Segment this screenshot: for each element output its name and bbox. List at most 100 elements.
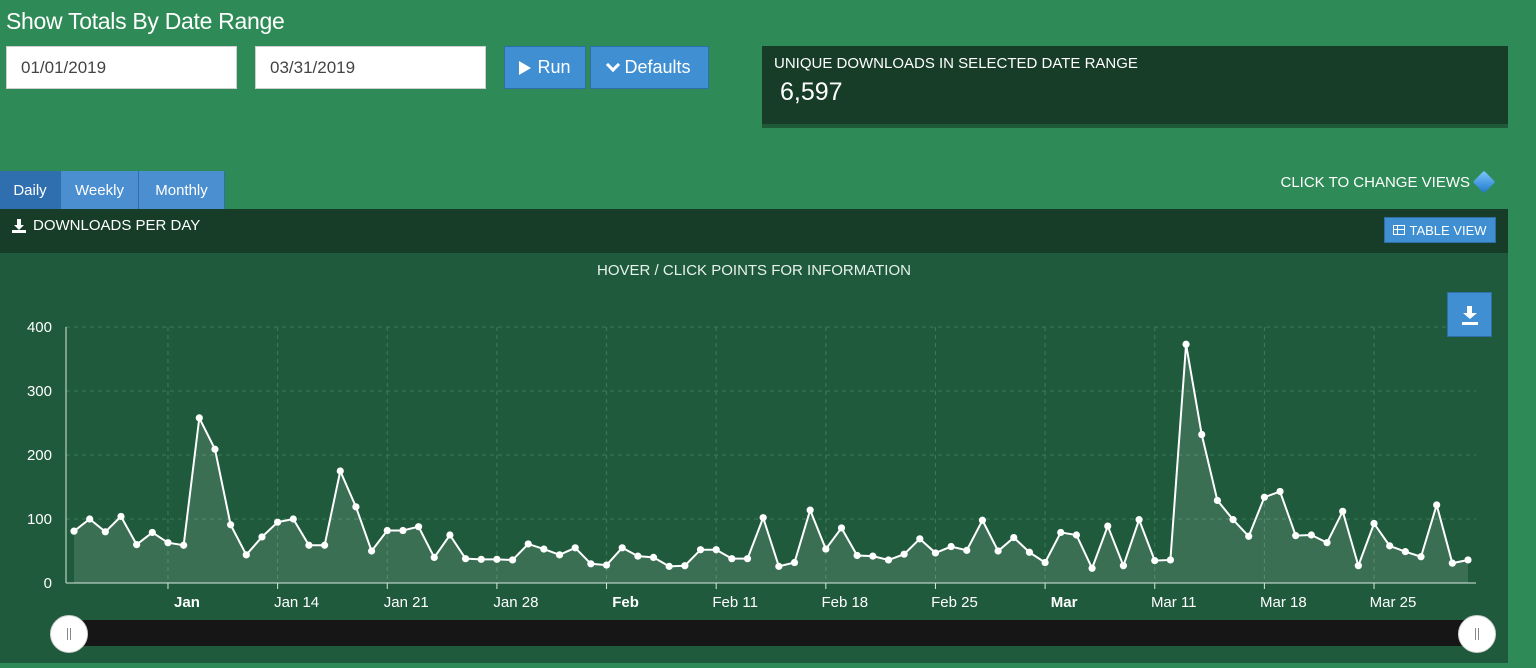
data-point[interactable]	[994, 547, 1002, 555]
data-point[interactable]	[117, 512, 125, 521]
data-point[interactable]	[70, 527, 78, 535]
data-point[interactable]	[743, 555, 752, 563]
data-point[interactable]	[1339, 507, 1347, 515]
data-point[interactable]	[587, 560, 595, 568]
data-point[interactable]	[383, 526, 391, 535]
data-point[interactable]	[1182, 340, 1190, 348]
data-point[interactable]	[446, 531, 454, 539]
data-point[interactable]	[1245, 532, 1253, 540]
data-point[interactable]	[790, 558, 799, 567]
data-point[interactable]	[900, 550, 908, 558]
data-point[interactable]	[884, 556, 893, 564]
data-point[interactable]	[1151, 557, 1159, 565]
data-point[interactable]	[728, 555, 736, 563]
data-point[interactable]	[1198, 430, 1206, 439]
data-point[interactable]	[1386, 542, 1394, 550]
data-point[interactable]	[1104, 522, 1112, 530]
data-point[interactable]	[133, 541, 141, 549]
end-date-input[interactable]	[255, 46, 486, 89]
data-point[interactable]	[524, 540, 532, 548]
data-point[interactable]	[211, 445, 219, 453]
data-point[interactable]	[101, 528, 109, 536]
data-point[interactable]	[367, 547, 376, 555]
data-point[interactable]	[336, 467, 344, 475]
data-point[interactable]	[1260, 493, 1268, 501]
data-point[interactable]	[321, 541, 329, 549]
data-point[interactable]	[634, 552, 642, 560]
data-point[interactable]	[1354, 562, 1362, 570]
data-point[interactable]	[649, 553, 658, 561]
data-point[interactable]	[86, 515, 94, 523]
data-point[interactable]	[1010, 533, 1018, 542]
data-point[interactable]	[759, 514, 767, 522]
data-point[interactable]	[1292, 532, 1300, 540]
data-point[interactable]	[1323, 539, 1331, 547]
data-point[interactable]	[430, 553, 438, 561]
data-point[interactable]	[258, 533, 266, 541]
defaults-button[interactable]: Defaults	[590, 46, 709, 89]
data-point[interactable]	[1464, 556, 1472, 564]
tab-weekly[interactable]: Weekly	[61, 171, 139, 209]
run-button[interactable]: Run	[504, 46, 586, 89]
data-point[interactable]	[242, 551, 250, 559]
navigator-left-handle[interactable]	[50, 615, 88, 653]
data-point[interactable]	[1276, 487, 1284, 496]
data-point[interactable]	[399, 526, 407, 535]
data-point[interactable]	[1135, 516, 1143, 524]
data-point[interactable]	[963, 546, 971, 554]
data-point[interactable]	[947, 542, 955, 551]
data-point[interactable]	[665, 562, 673, 570]
data-point[interactable]	[477, 555, 485, 563]
data-point[interactable]	[414, 523, 423, 531]
data-point[interactable]	[602, 561, 611, 569]
data-point[interactable]	[978, 516, 987, 524]
data-point[interactable]	[352, 503, 360, 511]
export-button[interactable]	[1447, 292, 1492, 337]
data-point[interactable]	[1307, 531, 1315, 539]
data-point[interactable]	[712, 546, 720, 554]
data-point[interactable]	[289, 515, 297, 523]
start-date-input[interactable]	[6, 46, 237, 89]
data-point[interactable]	[1370, 519, 1378, 528]
tab-daily[interactable]: Daily	[0, 171, 61, 209]
data-point[interactable]	[227, 521, 235, 529]
data-point[interactable]	[1229, 516, 1237, 524]
data-point[interactable]	[1072, 531, 1081, 539]
data-point[interactable]	[1448, 559, 1456, 567]
data-point[interactable]	[508, 556, 517, 564]
data-point[interactable]	[1119, 562, 1128, 570]
data-point[interactable]	[305, 541, 313, 549]
data-point[interactable]	[571, 544, 579, 552]
data-point[interactable]	[1025, 548, 1034, 556]
data-point[interactable]	[837, 524, 846, 532]
data-point[interactable]	[618, 544, 626, 552]
data-point[interactable]	[555, 551, 564, 559]
data-point[interactable]	[1417, 553, 1425, 561]
data-point[interactable]	[493, 555, 501, 563]
downloads-chart[interactable]: 0 100 200 300 400 Jan Jan 14 Jan 21 Jan 28 Feb Feb…	[0, 253, 1508, 663]
data-point[interactable]	[822, 545, 830, 553]
data-point[interactable]	[1401, 548, 1409, 556]
navigator-track[interactable]	[68, 620, 1476, 646]
change-views-hint[interactable]: CLICK TO CHANGE VIEWS	[1281, 170, 1496, 194]
data-point[interactable]	[931, 549, 940, 557]
navigator-right-handle[interactable]	[1458, 615, 1496, 653]
data-point[interactable]	[1433, 501, 1441, 509]
data-point[interactable]	[540, 545, 548, 553]
data-point[interactable]	[681, 562, 689, 570]
data-point[interactable]	[1088, 564, 1096, 572]
data-point[interactable]	[1041, 558, 1049, 567]
table-view-button[interactable]: TABLE VIEW	[1384, 217, 1496, 243]
data-point[interactable]	[916, 535, 924, 543]
tab-monthly[interactable]: Monthly	[139, 171, 225, 209]
data-point[interactable]	[195, 414, 203, 422]
data-point[interactable]	[806, 506, 814, 514]
data-point[interactable]	[696, 546, 705, 554]
data-point[interactable]	[1213, 496, 1221, 505]
data-point[interactable]	[274, 518, 282, 526]
data-point[interactable]	[853, 551, 861, 560]
data-point[interactable]	[869, 552, 877, 560]
data-point[interactable]	[148, 528, 156, 537]
data-point[interactable]	[180, 541, 188, 549]
data-point[interactable]	[775, 562, 783, 570]
